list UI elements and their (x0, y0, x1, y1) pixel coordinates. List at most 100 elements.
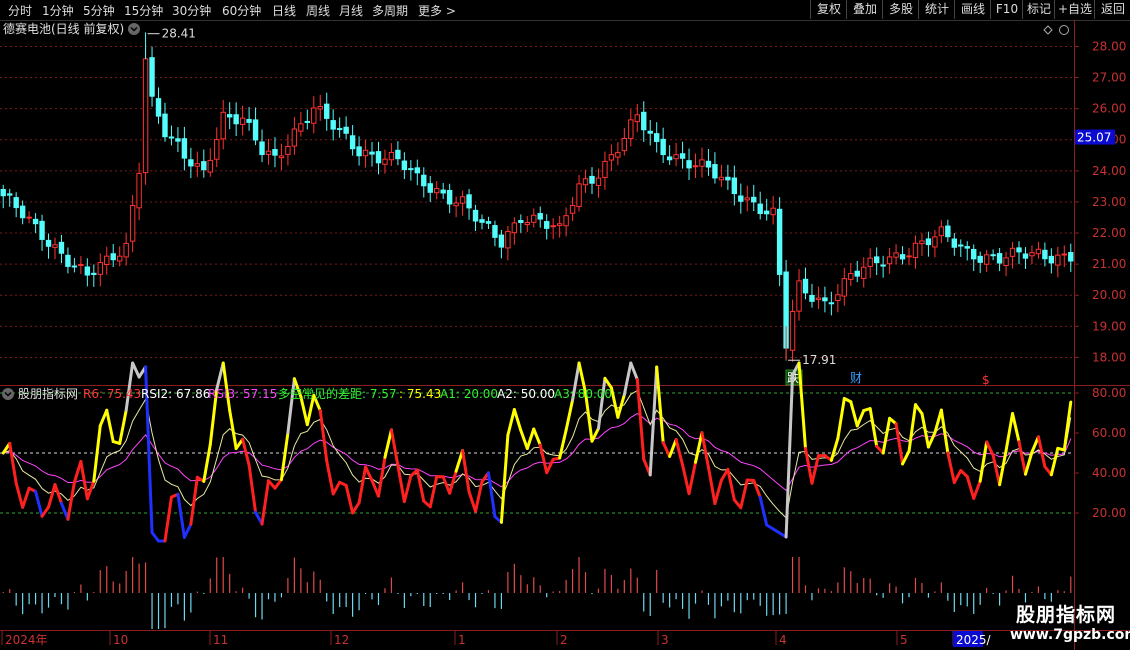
candle-body (958, 244, 964, 247)
candle (873, 247, 880, 276)
candle-body (505, 230, 511, 249)
period-tab-10[interactable]: 更多 > (418, 2, 456, 19)
period-tab-9[interactable]: 多周期 (372, 2, 408, 19)
toolbar-button-4[interactable]: 画线 (954, 0, 991, 19)
chart-canvas[interactable]: 28.4117.91跌财$ 28.0027.0026.0025.0024.002… (0, 20, 1130, 650)
candle-body (731, 177, 738, 195)
indicator-name: 股朋指标网 (18, 386, 78, 401)
candle-body (738, 195, 744, 202)
rsi6-segment (972, 479, 982, 500)
rsi6-segment (590, 426, 600, 443)
candle-body (278, 155, 285, 159)
candle (906, 247, 912, 266)
period-tab-2[interactable]: 5分钟 (83, 2, 115, 19)
candle (116, 246, 123, 267)
toolbar-button-8[interactable]: 返回 (1094, 0, 1130, 19)
price-label: 27.00 (1092, 71, 1126, 85)
candle-body (427, 183, 433, 193)
rsi6-segment (318, 409, 329, 463)
candle-body (893, 252, 899, 258)
candle-body (136, 172, 142, 209)
candle-body (550, 225, 556, 228)
toolbar-button-0[interactable]: 复权 (810, 0, 847, 19)
rsi6-segment (79, 459, 89, 501)
time-axis: 2024年 10 11 12 1 2 3 4 5 2025/ (1, 631, 992, 647)
candle-body (414, 167, 421, 174)
toolbar-button-5[interactable]: F10 (990, 0, 1023, 19)
candle (802, 267, 809, 300)
candle (498, 229, 505, 259)
candle-body (673, 154, 679, 160)
candle-body (110, 253, 116, 261)
candle-body (964, 246, 970, 249)
price-label: 19.00 (1092, 319, 1126, 333)
candle (78, 256, 84, 275)
toolbar-button-2[interactable]: 多股 (882, 0, 919, 19)
candle (776, 197, 783, 287)
difference-histogram (2, 557, 1072, 629)
candle (324, 92, 330, 131)
candle (311, 96, 317, 134)
candle (744, 185, 750, 212)
candle-body (1048, 255, 1055, 264)
candle-body (375, 151, 382, 164)
rsi6-segment (461, 449, 471, 494)
candle (751, 184, 757, 212)
event-marker-2: $ (982, 373, 990, 387)
candle-body (78, 263, 84, 266)
candle (912, 235, 919, 269)
candle (175, 127, 181, 153)
candle (886, 247, 893, 274)
candle-body (621, 137, 628, 152)
candle-body (886, 256, 893, 265)
toolbar-button-1[interactable]: 叠加 (846, 0, 883, 19)
rsi3-line (3, 413, 1072, 492)
period-tab-7[interactable]: 周线 (306, 2, 330, 19)
time-label: 1 (458, 633, 466, 647)
indicator-readout: R6: 75.43 (83, 387, 141, 401)
candle (246, 107, 252, 131)
period-tab-1[interactable]: 1分钟 (42, 2, 74, 19)
candle-body (155, 98, 162, 117)
candle (971, 244, 977, 272)
candle (1042, 242, 1048, 267)
period-tab-0[interactable]: 分时 (8, 2, 32, 19)
candle-body (220, 111, 226, 140)
rsi6-segment (758, 495, 769, 527)
rsi6-segment (952, 469, 963, 485)
candle (531, 208, 537, 228)
toolbar-button-3[interactable]: 统计 (918, 0, 955, 19)
candle (996, 247, 1003, 272)
period-tab-8[interactable]: 月线 (339, 2, 363, 19)
period-tab-5[interactable]: 60分钟 (222, 2, 261, 19)
candle (938, 220, 945, 244)
candle (511, 217, 518, 245)
candle (375, 141, 382, 175)
candle (951, 233, 958, 256)
candle (136, 162, 142, 221)
candle (1035, 241, 1042, 259)
candle (362, 139, 369, 168)
rsi6-segment (273, 478, 283, 490)
candle (32, 213, 39, 233)
candle-body (725, 176, 731, 181)
toolbar-button-7[interactable]: +自选 (1054, 0, 1095, 19)
candle-body (628, 119, 634, 140)
rsi6-segment (920, 412, 930, 449)
candle-body (796, 280, 802, 312)
candle (692, 153, 699, 179)
candle-body (932, 236, 938, 248)
candle (91, 264, 97, 287)
candle (252, 107, 259, 146)
candle (757, 191, 763, 220)
period-tab-6[interactable]: 日线 (272, 2, 296, 19)
candle-body (45, 239, 52, 247)
rsi6-segment (247, 463, 258, 514)
candle-body (1042, 249, 1048, 260)
period-tab-4[interactable]: 30分钟 (172, 2, 211, 19)
stock-title: 德赛电池(日线 前复权) (3, 21, 124, 36)
toolbar-button-6[interactable]: 标记 (1022, 0, 1055, 19)
rsi6-segment (428, 475, 439, 509)
candle-body (142, 58, 149, 174)
period-tab-3[interactable]: 15分钟 (124, 2, 163, 19)
